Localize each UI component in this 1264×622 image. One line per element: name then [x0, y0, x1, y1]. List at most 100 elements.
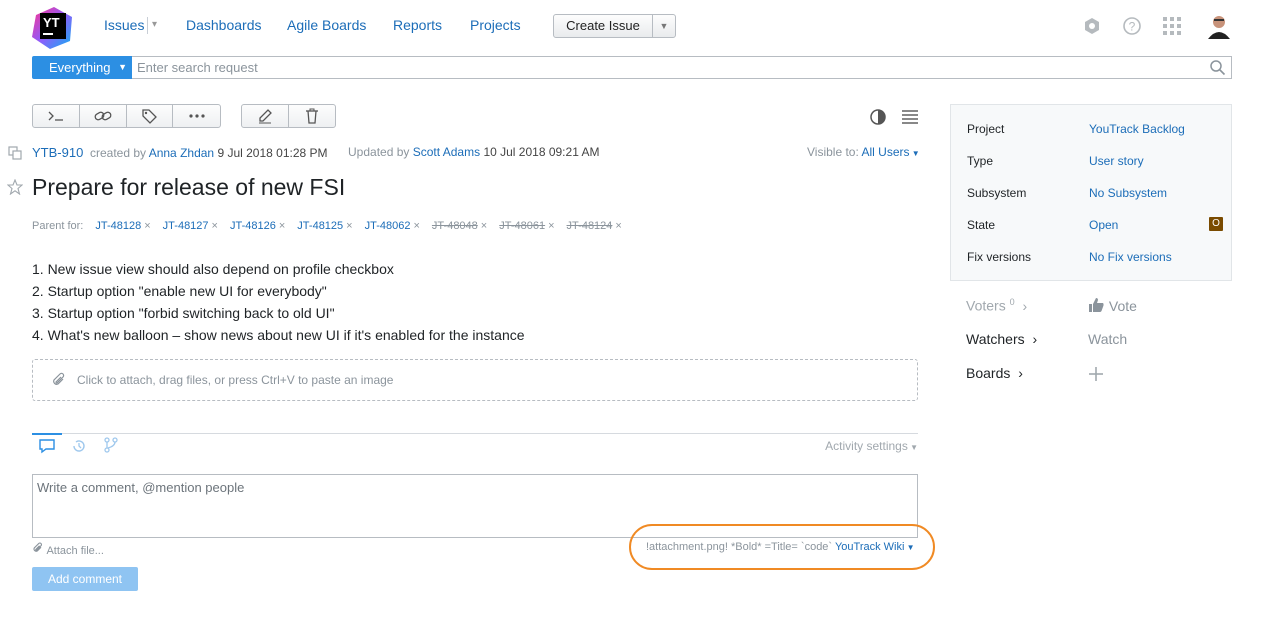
chevron-right-icon: ›: [1032, 331, 1038, 347]
field-value[interactable]: User story: [1089, 154, 1144, 168]
copy-issue-icon[interactable]: [8, 146, 22, 160]
remove-icon[interactable]: ×: [615, 220, 621, 232]
annotation-highlight: [629, 524, 935, 570]
help-icon[interactable]: ?: [1122, 16, 1142, 36]
issue-fields-panel: Project YouTrack Backlog Type User story…: [950, 104, 1232, 281]
attachment-drop-zone[interactable]: Click to attach, drag files, or press Ct…: [32, 359, 918, 401]
chevron-down-icon: ▼: [907, 443, 918, 452]
create-issue-button[interactable]: Create Issue: [554, 15, 653, 37]
issue-description[interactable]: 1. New issue view should also depend on …: [32, 258, 525, 346]
issue-title[interactable]: Prepare for release of new FSI: [32, 174, 345, 201]
nav-projects[interactable]: Projects: [470, 17, 521, 33]
activity-settings-dropdown[interactable]: Activity settings ▼: [825, 439, 918, 453]
user-avatar[interactable]: [1206, 13, 1232, 39]
field-value[interactable]: YouTrack Backlog: [1089, 122, 1185, 136]
trash-icon: [305, 108, 318, 124]
visibility-dropdown[interactable]: All Users: [861, 145, 909, 159]
voters-label: Voters: [966, 297, 1006, 314]
star-icon[interactable]: [6, 178, 24, 196]
add-comment-button[interactable]: Add comment: [32, 567, 138, 591]
tag-icon: [142, 109, 158, 124]
edit-button[interactable]: [242, 105, 289, 127]
field-value[interactable]: No Fix versions: [1089, 250, 1172, 264]
boards-label: Boards: [966, 365, 1011, 381]
parent-issue-link[interactable]: JT-48126: [230, 220, 276, 232]
parent-issue-link-resolved[interactable]: JT-48124: [567, 220, 613, 232]
thumbs-up-icon: [1089, 298, 1104, 312]
nav-agile-boards[interactable]: Agile Boards: [287, 17, 366, 33]
tab-comments[interactable]: [38, 438, 56, 457]
add-tag-button[interactable]: [127, 105, 174, 127]
more-icon: [189, 114, 205, 118]
chevron-right-icon: ›: [1022, 297, 1028, 314]
chevron-down-icon[interactable]: ▼: [910, 149, 920, 158]
parent-issue-link-resolved[interactable]: JT-48048: [432, 220, 478, 232]
remove-icon[interactable]: ×: [279, 220, 285, 232]
remove-icon[interactable]: ×: [144, 220, 150, 232]
attach-file-link[interactable]: Attach file...: [32, 542, 104, 557]
search-icon[interactable]: [1209, 59, 1226, 76]
delete-button[interactable]: [289, 105, 336, 127]
command-button[interactable]: [33, 105, 80, 127]
hub-icon[interactable]: [1082, 16, 1102, 36]
field-label: State: [967, 218, 996, 232]
add-to-board-icon[interactable]: [1088, 366, 1104, 382]
parent-issue-link[interactable]: JT-48127: [163, 220, 209, 232]
watchers-label: Watchers: [966, 331, 1025, 347]
search-input[interactable]: [132, 57, 1182, 78]
boards-row[interactable]: Boards ›: [966, 365, 1023, 381]
watchers-row[interactable]: Watchers ›: [966, 331, 1037, 347]
pencil-icon: [258, 109, 272, 124]
nav-issues[interactable]: Issues: [104, 17, 144, 33]
remove-icon[interactable]: ×: [548, 220, 554, 232]
attach-hint: Click to attach, drag files, or press Ct…: [77, 373, 394, 387]
youtrack-logo[interactable]: YT: [32, 7, 74, 49]
issue-toolbar: [32, 104, 221, 128]
nav-separator: [147, 17, 148, 34]
nav-reports[interactable]: Reports: [393, 17, 442, 33]
parent-issue-link[interactable]: JT-48125: [297, 220, 343, 232]
chevron-right-icon: ›: [1018, 365, 1023, 381]
creator-link[interactable]: Anna Zhdan: [149, 146, 214, 160]
watch-button[interactable]: Watch: [1088, 331, 1127, 347]
nav-dashboards[interactable]: Dashboards: [186, 17, 262, 33]
link-issue-button[interactable]: [80, 105, 127, 127]
remove-icon[interactable]: ×: [212, 220, 218, 232]
field-label: Type: [967, 154, 994, 168]
activity-divider: [32, 433, 918, 434]
paperclip-icon: [51, 372, 67, 391]
updater-link[interactable]: Scott Adams: [413, 145, 480, 159]
list-view-icon[interactable]: [901, 109, 919, 125]
create-issue-button-group: Create Issue ▼: [553, 14, 676, 38]
updated-date: 10 Jul 2018 09:21 AM: [483, 145, 600, 159]
edit-toolbar: [241, 104, 336, 128]
contrast-icon[interactable]: [869, 108, 887, 126]
issue-id[interactable]: YTB-910: [32, 145, 83, 160]
description-line: 4. What's new balloon – show news about …: [32, 327, 525, 343]
history-icon: [73, 440, 85, 452]
vote-button[interactable]: Vote: [1088, 297, 1137, 314]
logo-text: YT: [43, 15, 60, 30]
more-actions-button[interactable]: [173, 105, 220, 127]
remove-icon[interactable]: ×: [346, 220, 352, 232]
attach-file-label: Attach file...: [46, 545, 104, 557]
parent-issue-link[interactable]: JT-48062: [365, 220, 411, 232]
voters-row[interactable]: Voters 0 ›: [966, 297, 1027, 314]
paperclip-icon: [33, 542, 43, 552]
tab-vcs-changes[interactable]: [103, 437, 119, 456]
remove-icon[interactable]: ×: [413, 220, 419, 232]
parent-issue-link[interactable]: JT-48128: [95, 220, 141, 232]
activity-settings-label: Activity settings: [825, 439, 908, 453]
tab-history[interactable]: [71, 438, 87, 457]
issues-caret-icon[interactable]: ▾: [152, 19, 157, 30]
field-value[interactable]: Open: [1089, 218, 1118, 232]
search-field: [132, 56, 1232, 79]
apps-grid-icon[interactable]: [1162, 16, 1182, 36]
link-icon: [94, 111, 112, 121]
parent-issue-link-resolved[interactable]: JT-48061: [499, 220, 545, 232]
chevron-down-icon: ▼: [118, 62, 127, 72]
field-value[interactable]: No Subsystem: [1089, 186, 1167, 200]
remove-icon[interactable]: ×: [481, 220, 487, 232]
search-scope-dropdown[interactable]: Everything ▼: [32, 56, 132, 79]
create-issue-dropdown-icon[interactable]: ▼: [653, 15, 675, 37]
